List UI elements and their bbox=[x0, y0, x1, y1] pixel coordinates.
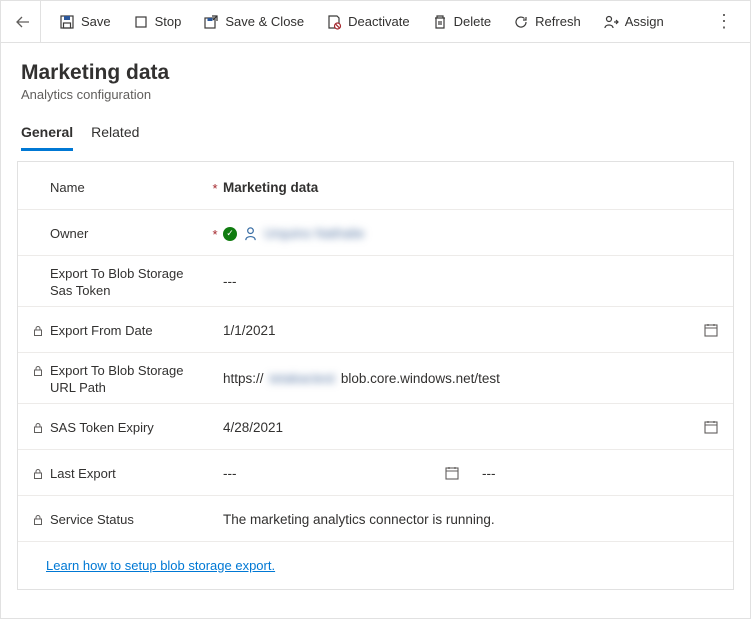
from-date-value[interactable]: 1/1/2021 bbox=[223, 320, 719, 338]
save-label: Save bbox=[81, 14, 111, 29]
url-path-value[interactable]: https://tetakactestblob.core.windows.net… bbox=[223, 369, 719, 386]
page-subtitle: Analytics configuration bbox=[21, 87, 730, 102]
field-sas-token: Export To Blob Storage Sas Token --- bbox=[18, 256, 733, 307]
url-path-label: Export To Blob Storage URL Path bbox=[32, 359, 207, 397]
back-arrow-icon bbox=[15, 14, 31, 30]
deactivate-label: Deactivate bbox=[348, 14, 409, 29]
lock-icon bbox=[32, 422, 44, 434]
lock-icon bbox=[32, 325, 44, 337]
field-owner: Owner * ✓ Urquino Nathalie bbox=[18, 210, 733, 256]
expiry-value[interactable]: 4/28/2021 bbox=[223, 417, 719, 435]
person-icon bbox=[243, 226, 258, 241]
more-vertical-icon: ⋮ bbox=[715, 11, 733, 32]
from-date-label: Export From Date bbox=[32, 319, 207, 340]
save-icon bbox=[59, 14, 75, 30]
field-url-path: Export To Blob Storage URL Path https://… bbox=[18, 353, 733, 404]
lock-icon bbox=[32, 468, 44, 480]
field-sas-expiry: SAS Token Expiry 4/28/2021 bbox=[18, 404, 733, 450]
command-bar: Save Stop Save & Close Deactivate Delete… bbox=[1, 1, 750, 43]
delete-button[interactable]: Delete bbox=[422, 8, 502, 36]
overflow-menu-button[interactable]: ⋮ bbox=[708, 6, 740, 38]
trash-icon bbox=[432, 14, 448, 30]
save-button[interactable]: Save bbox=[49, 8, 121, 36]
stop-button[interactable]: Stop bbox=[123, 8, 192, 36]
page-header: Marketing data Analytics configuration bbox=[1, 43, 750, 108]
service-status-value: The marketing analytics connector is run… bbox=[223, 510, 719, 527]
field-last-export: Last Export --- --- bbox=[18, 450, 733, 496]
tab-general[interactable]: General bbox=[21, 118, 73, 151]
help-link-row: Learn how to setup blob storage export. bbox=[18, 542, 733, 587]
tab-related[interactable]: Related bbox=[91, 118, 139, 151]
page-title: Marketing data bbox=[21, 61, 730, 85]
deactivate-button[interactable]: Deactivate bbox=[316, 8, 419, 36]
calendar-icon[interactable] bbox=[703, 419, 719, 435]
deactivate-icon bbox=[326, 14, 342, 30]
delete-label: Delete bbox=[454, 14, 492, 29]
assign-icon bbox=[603, 14, 619, 30]
owner-value[interactable]: ✓ Urquino Nathalie bbox=[223, 224, 719, 241]
field-export-from-date: Export From Date 1/1/2021 bbox=[18, 307, 733, 353]
owner-name: Urquino Nathalie bbox=[264, 226, 365, 241]
sas-token-value[interactable]: --- bbox=[223, 272, 719, 289]
setup-help-link[interactable]: Learn how to setup blob storage export. bbox=[46, 558, 275, 573]
save-close-label: Save & Close bbox=[225, 14, 304, 29]
last-export-label: Last Export bbox=[32, 462, 207, 483]
name-value[interactable]: Marketing data bbox=[223, 178, 719, 195]
required-marker: * bbox=[207, 223, 223, 242]
lock-icon bbox=[32, 514, 44, 526]
service-status-label: Service Status bbox=[32, 508, 207, 529]
field-service-status: Service Status The marketing analytics c… bbox=[18, 496, 733, 542]
sas-token-label: Export To Blob Storage Sas Token bbox=[32, 262, 207, 300]
save-close-button[interactable]: Save & Close bbox=[193, 8, 314, 36]
refresh-button[interactable]: Refresh bbox=[503, 8, 591, 36]
owner-label: Owner bbox=[32, 222, 207, 243]
command-list: Save Stop Save & Close Deactivate Delete… bbox=[41, 8, 708, 36]
stop-label: Stop bbox=[155, 14, 182, 29]
lock-icon bbox=[32, 365, 44, 377]
required-marker: * bbox=[207, 177, 223, 196]
calendar-icon[interactable] bbox=[703, 322, 719, 338]
expiry-label: SAS Token Expiry bbox=[32, 416, 207, 437]
last-export-value[interactable]: --- --- bbox=[223, 463, 719, 481]
form-panel: Name * Marketing data Owner * ✓ Urquino … bbox=[17, 161, 734, 590]
save-close-icon bbox=[203, 14, 219, 30]
calendar-icon[interactable] bbox=[444, 465, 460, 481]
back-button[interactable] bbox=[5, 1, 41, 43]
refresh-icon bbox=[513, 14, 529, 30]
assign-label: Assign bbox=[625, 14, 664, 29]
refresh-label: Refresh bbox=[535, 14, 581, 29]
name-label: Name bbox=[32, 176, 207, 197]
field-name: Name * Marketing data bbox=[18, 164, 733, 210]
tab-list: General Related bbox=[1, 108, 750, 151]
verified-icon: ✓ bbox=[223, 227, 237, 241]
stop-icon bbox=[133, 14, 149, 30]
assign-button[interactable]: Assign bbox=[593, 8, 674, 36]
